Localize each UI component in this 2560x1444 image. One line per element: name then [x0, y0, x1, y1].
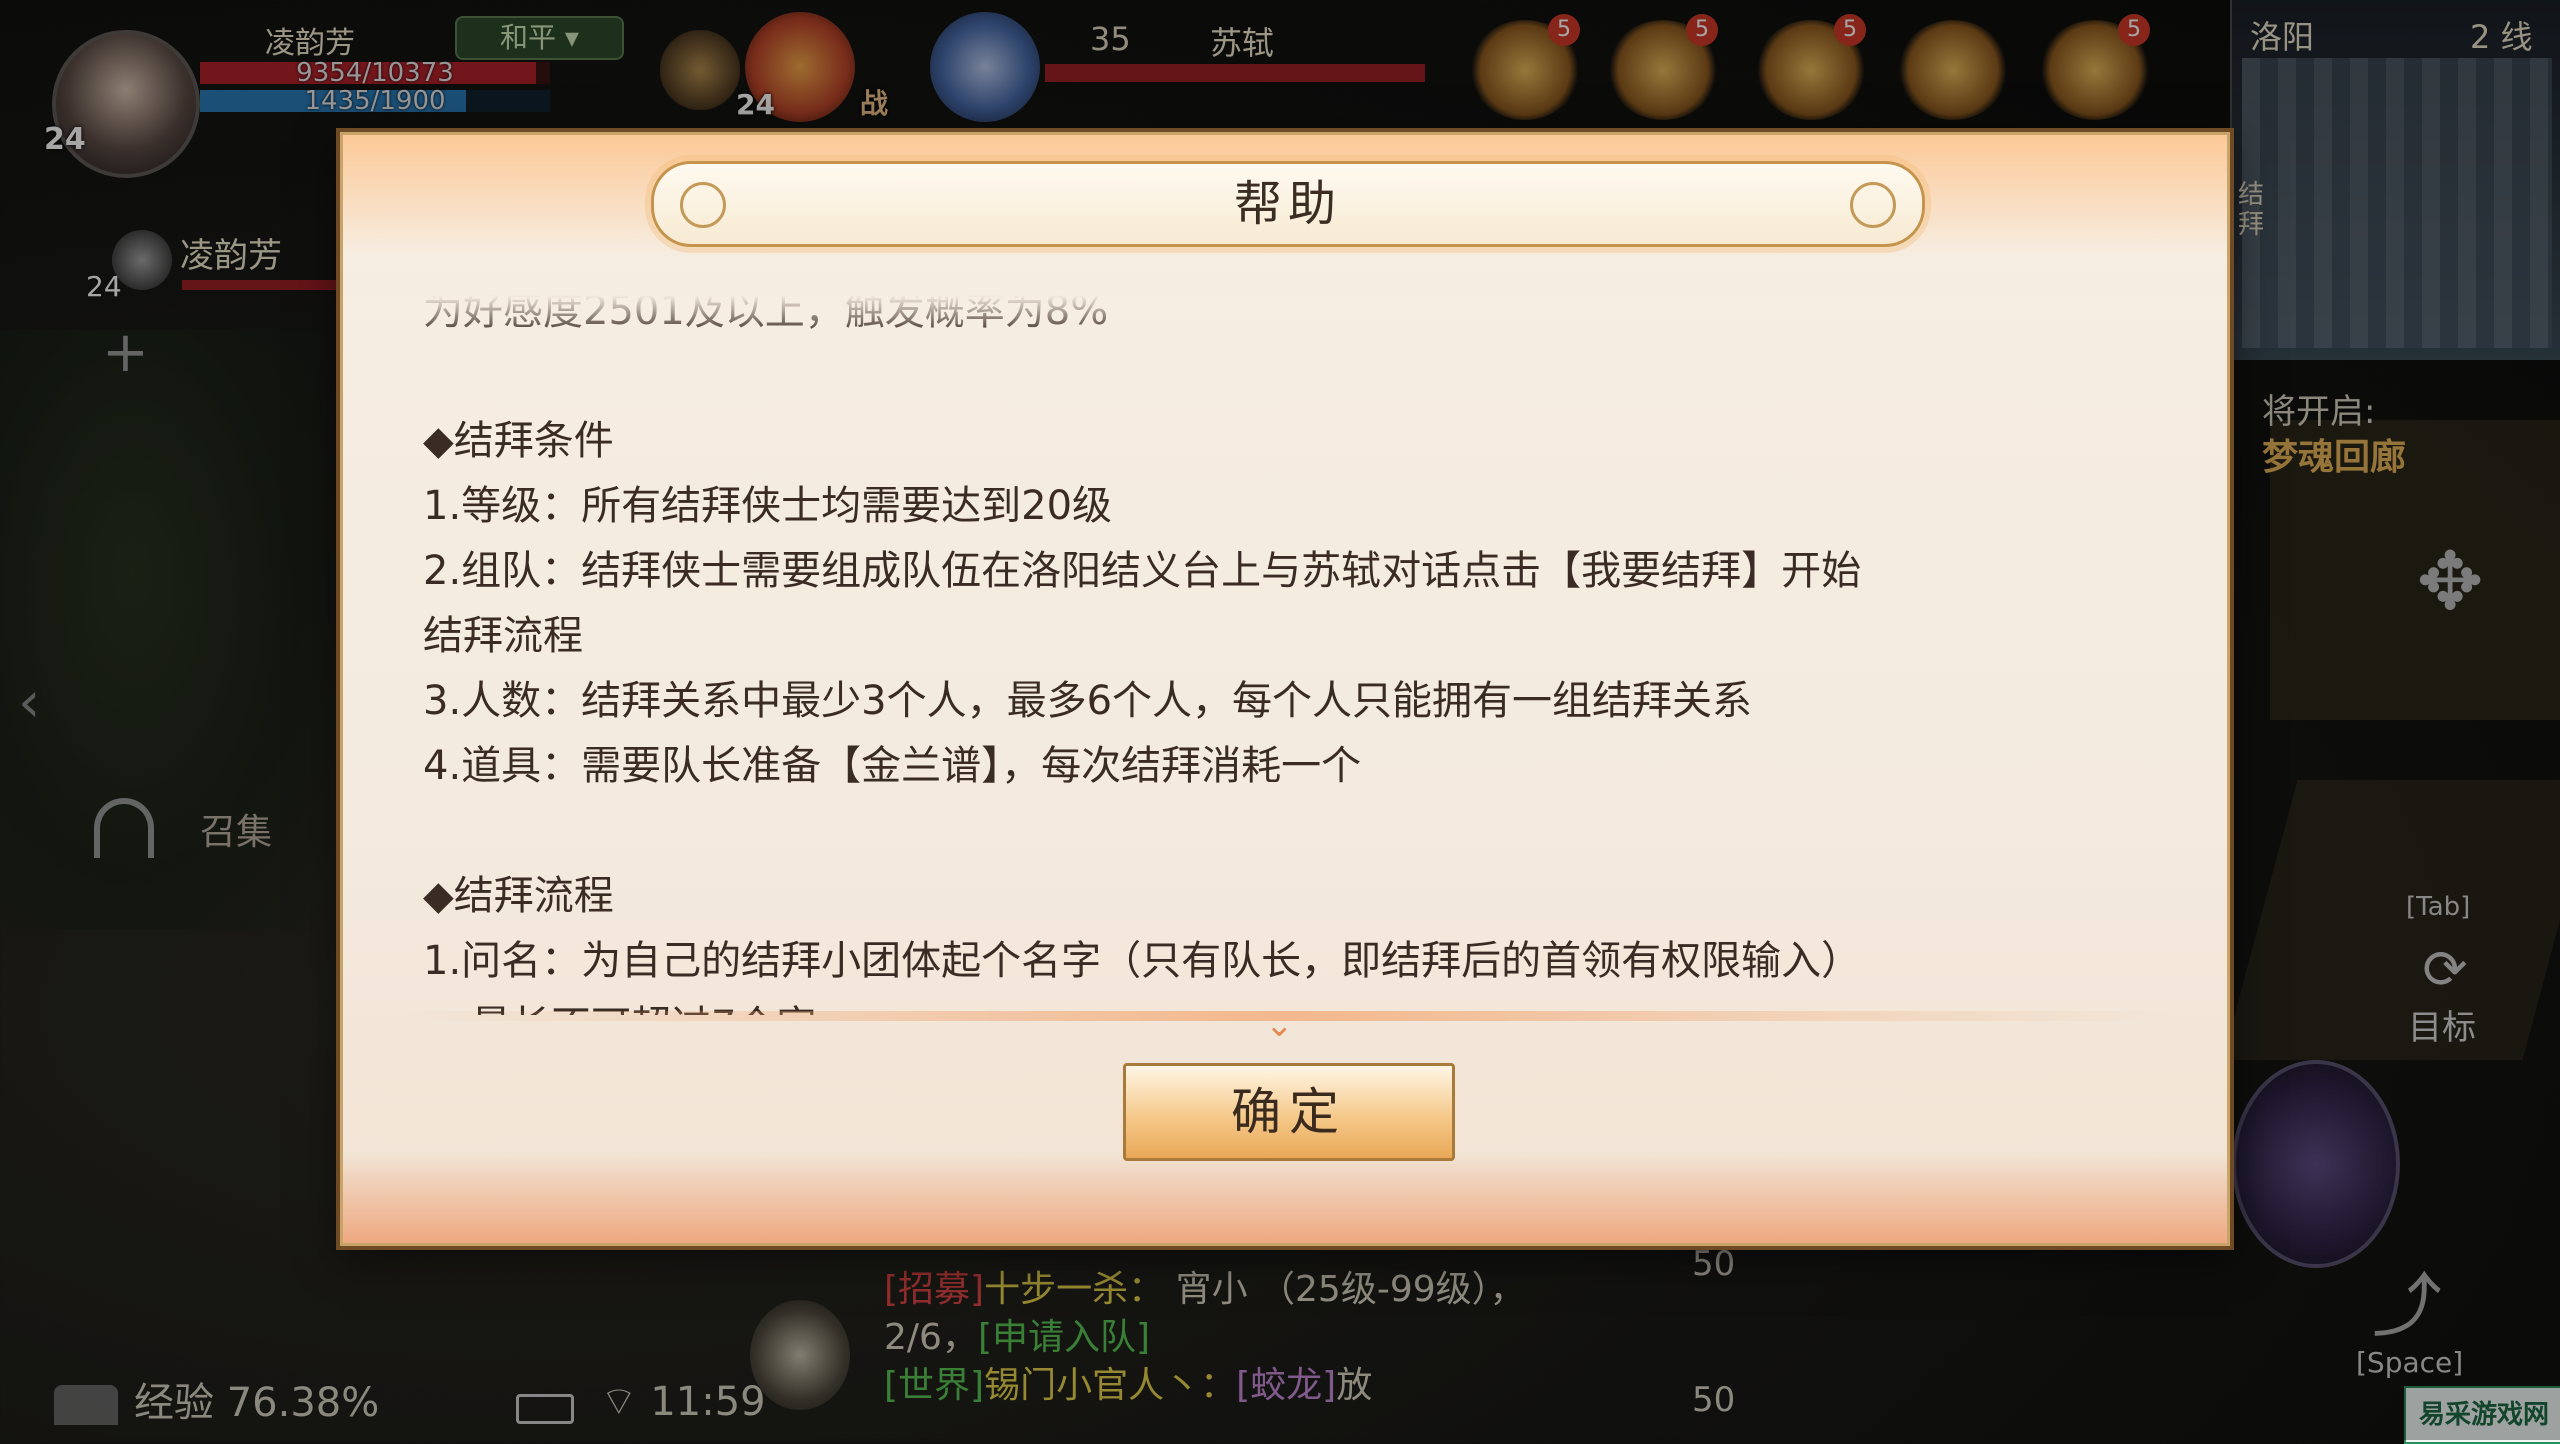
decorative-flame — [343, 1153, 2227, 1243]
dialog-title: 帮助 — [1233, 176, 1342, 232]
confirm-button[interactable]: 确定 — [1123, 1063, 1455, 1161]
help-line: 1.等级：所有结拜侠士均需要达到20级 — [423, 483, 1113, 529]
help-content: 为好感度2501及以上，触发概率为8% ◆结拜条件 1.等级：所有结拜侠士均需要… — [423, 295, 2163, 1015]
help-line: 结拜流程 — [423, 613, 583, 659]
help-line: 4.道具：需要队长准备【金兰谱】，每次结拜消耗一个 — [423, 743, 1362, 789]
help-content-scroll[interactable]: 为好感度2501及以上，触发概率为8% ◆结拜条件 1.等级：所有结拜侠士均需要… — [343, 295, 2227, 1015]
section-heading: ◆结拜条件 — [423, 418, 614, 464]
help-line: 1.问名：为自己的结拜小团体起个名字（只有队长，即结拜后的首领有权限输入） — [423, 938, 1862, 984]
help-line — [423, 799, 2163, 864]
help-line: 3.人数：结拜关系中最少3个人，最多6个人，每个人只能拥有一组结拜关系 — [423, 678, 1753, 724]
help-line: 2.组队：结拜侠士需要组成队伍在洛阳结义台上与苏轼对话点击【我要结拜】开始 — [423, 548, 1862, 594]
section-heading: ◆结拜流程 — [423, 873, 614, 919]
help-line — [423, 344, 2163, 409]
scroll-fade — [343, 295, 2227, 335]
help-dialog: 帮助 为好感度2501及以上，触发概率为8% ◆结拜条件 1.等级：所有结拜侠士… — [340, 132, 2230, 1246]
dialog-title-plate: 帮助 — [651, 161, 1925, 247]
scroll-more-icon: ⌄ — [1265, 1005, 1294, 1045]
